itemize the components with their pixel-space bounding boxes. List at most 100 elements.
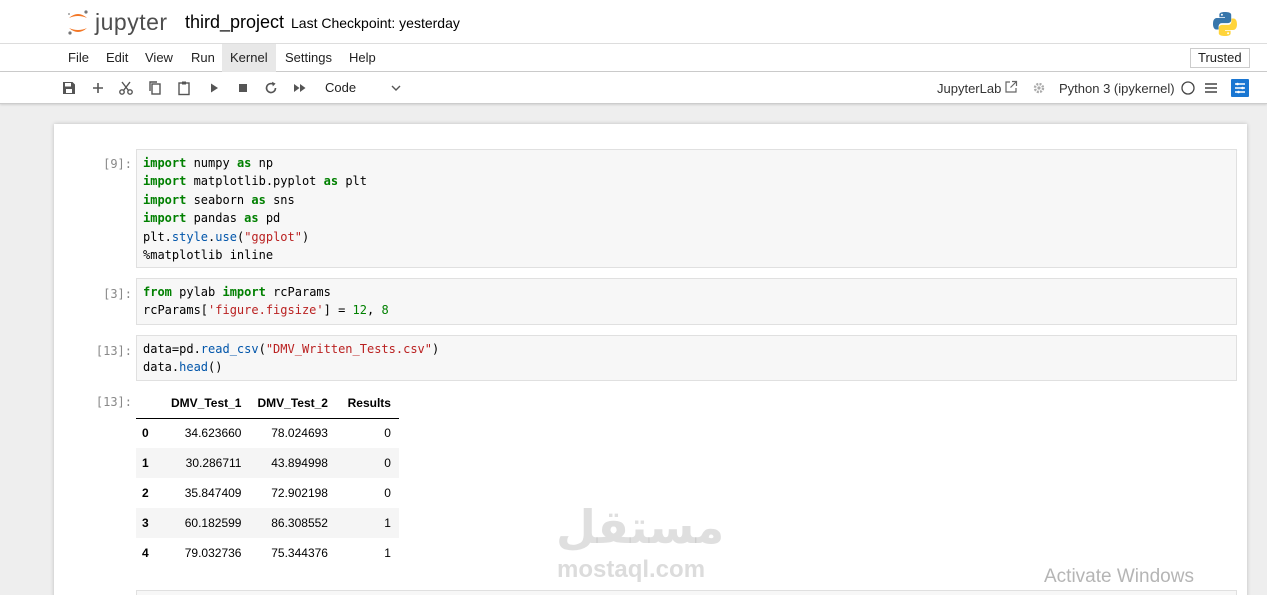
code-token: rcParams[ [143,303,209,318]
menu-lines-icon[interactable] [1203,80,1219,96]
table-cell: 0 [384,456,391,470]
code-cell-rcparams[interactable]: from pylab import rcParams rcParams['figu… [136,278,1237,325]
code-line: import numpy as np [143,154,1230,172]
code-cell-imports[interactable]: import numpy as np import matplotlib.pypl… [136,149,1237,268]
save-icon[interactable] [61,80,77,96]
code-token: pd [258,211,281,226]
code-token: 8 [381,303,389,318]
code-token: import [143,156,187,170]
row-index: 2 [142,486,149,500]
code-token: ) [301,229,310,244]
restart-icon[interactable] [263,80,279,96]
code-token: as [236,156,252,170]
code-token: sns [265,192,295,207]
table-cell: 0 [384,426,391,441]
table-row: 1 30.286711 43.894998 0 [136,448,399,478]
empty-code-cell[interactable] [136,590,1237,595]
menu-kernel[interactable]: Kernel [222,44,276,72]
table-row: 0 34.623660 78.024693 0 [136,418,399,448]
code-token: as [323,174,339,189]
table-header-row: DMV_Test_1 DMV_Test_2 Results [136,388,399,419]
kernel-name[interactable]: Python 3 (ipykernel) [1059,81,1175,96]
code-line: from pylab import rcParams [143,283,1230,301]
code-token: rcParams [265,285,331,299]
code-line: import matplotlib.pyplot as plt [143,172,1230,190]
menu-bar: File Edit View Run Kernel Settings Help … [0,44,1267,72]
table-cell: 0 [384,486,391,500]
table-cell: 35.847409 [184,486,242,500]
row-index: 4 [142,546,149,560]
code-token: %matplotlib inline [143,247,274,262]
menu-edit[interactable]: Edit [99,44,135,72]
table-cell: 78.024693 [271,426,328,441]
copy-icon[interactable] [147,80,163,96]
table-cell: 75.344376 [271,546,328,560]
notebook-title[interactable]: third_project [185,12,284,33]
table-cell: 43.894998 [271,456,328,470]
code-line: data=pd.read_csv("DMV_Written_Tests.csv"… [143,340,1230,358]
paste-icon[interactable] [176,80,192,96]
code-token: plt [338,174,367,189]
fast-forward-icon[interactable] [292,80,308,96]
table-cell: 1 [384,546,391,560]
code-token: pandas [186,211,245,226]
add-cell-icon[interactable] [90,80,106,96]
jupyter-logo-icon[interactable] [66,9,90,37]
cell-prompt: [3]: [103,287,132,301]
table-header: Results [335,388,399,419]
row-index: 1 [142,456,149,470]
menu-view[interactable]: View [138,44,180,72]
menu-settings[interactable]: Settings [278,44,339,72]
table-cell: 72.902198 [271,486,328,500]
code-token: import [143,174,187,189]
python-logo-icon [1213,12,1237,36]
external-link-icon[interactable] [1004,80,1018,94]
code-token: np [251,156,274,170]
watermark-arabic: مستقل [556,500,725,554]
dataframe-output: DMV_Test_1 DMV_Test_2 Results 0 34.62366… [136,388,399,568]
code-token: ( [258,342,266,356]
code-token: from [143,285,172,299]
code-token: pylab [171,285,223,299]
table-cell: 1 [384,516,391,530]
watermark-latin: mostaql.com [557,556,706,583]
code-token: matplotlib.pyplot [186,174,324,189]
code-cell-read-csv[interactable]: data=pd.read_csv("DMV_Written_Tests.csv"… [136,335,1237,381]
output-prompt: [13]: [95,395,132,409]
stop-icon[interactable] [235,80,251,96]
code-token: 'figure.figsize' [208,303,324,318]
jupyter-logo-text[interactable]: jupyter [95,9,168,36]
code-token: seaborn [186,192,252,207]
code-token: head [179,360,209,375]
gear-icon[interactable] [1032,81,1046,95]
run-icon[interactable] [206,80,222,96]
code-line: import pandas as pd [143,209,1230,227]
code-line: plt.style.use("ggplot") [143,228,1230,246]
jupyterlab-link[interactable]: JupyterLab [937,81,1001,96]
code-token: , [366,303,382,318]
code-token: numpy [186,156,237,170]
code-token: "ggplot" [244,229,302,244]
menu-run[interactable]: Run [184,44,222,72]
chevron-down-icon[interactable] [390,83,402,93]
code-token: import [143,192,187,207]
row-index: 3 [142,516,149,530]
property-inspector-icon[interactable] [1231,79,1249,97]
code-token: data. [143,360,180,375]
trusted-indicator[interactable]: Trusted [1190,48,1250,68]
table-row: 4 79.032736 75.344376 1 [136,538,399,568]
code-token: plt. [143,229,172,244]
notebook-toolbar: Code JupyterLab Python 3 (ipykernel) [0,72,1267,104]
menu-file[interactable]: File [61,44,96,72]
menu-help[interactable]: Help [342,44,383,72]
table-cell: 30.286711 [185,456,242,470]
table-header: DMV_Test_2 [249,388,336,419]
code-token: style [171,229,209,244]
table-header: DMV_Test_1 [163,388,250,419]
code-token: import [143,211,187,226]
cell-prompt: [13]: [95,344,132,358]
cell-type-select[interactable]: Code [325,80,356,95]
app-header: jupyter third_project Last Checkpoint: y… [0,0,1267,44]
code-line: %matplotlib inline [143,246,1230,264]
cut-icon[interactable] [118,80,134,96]
